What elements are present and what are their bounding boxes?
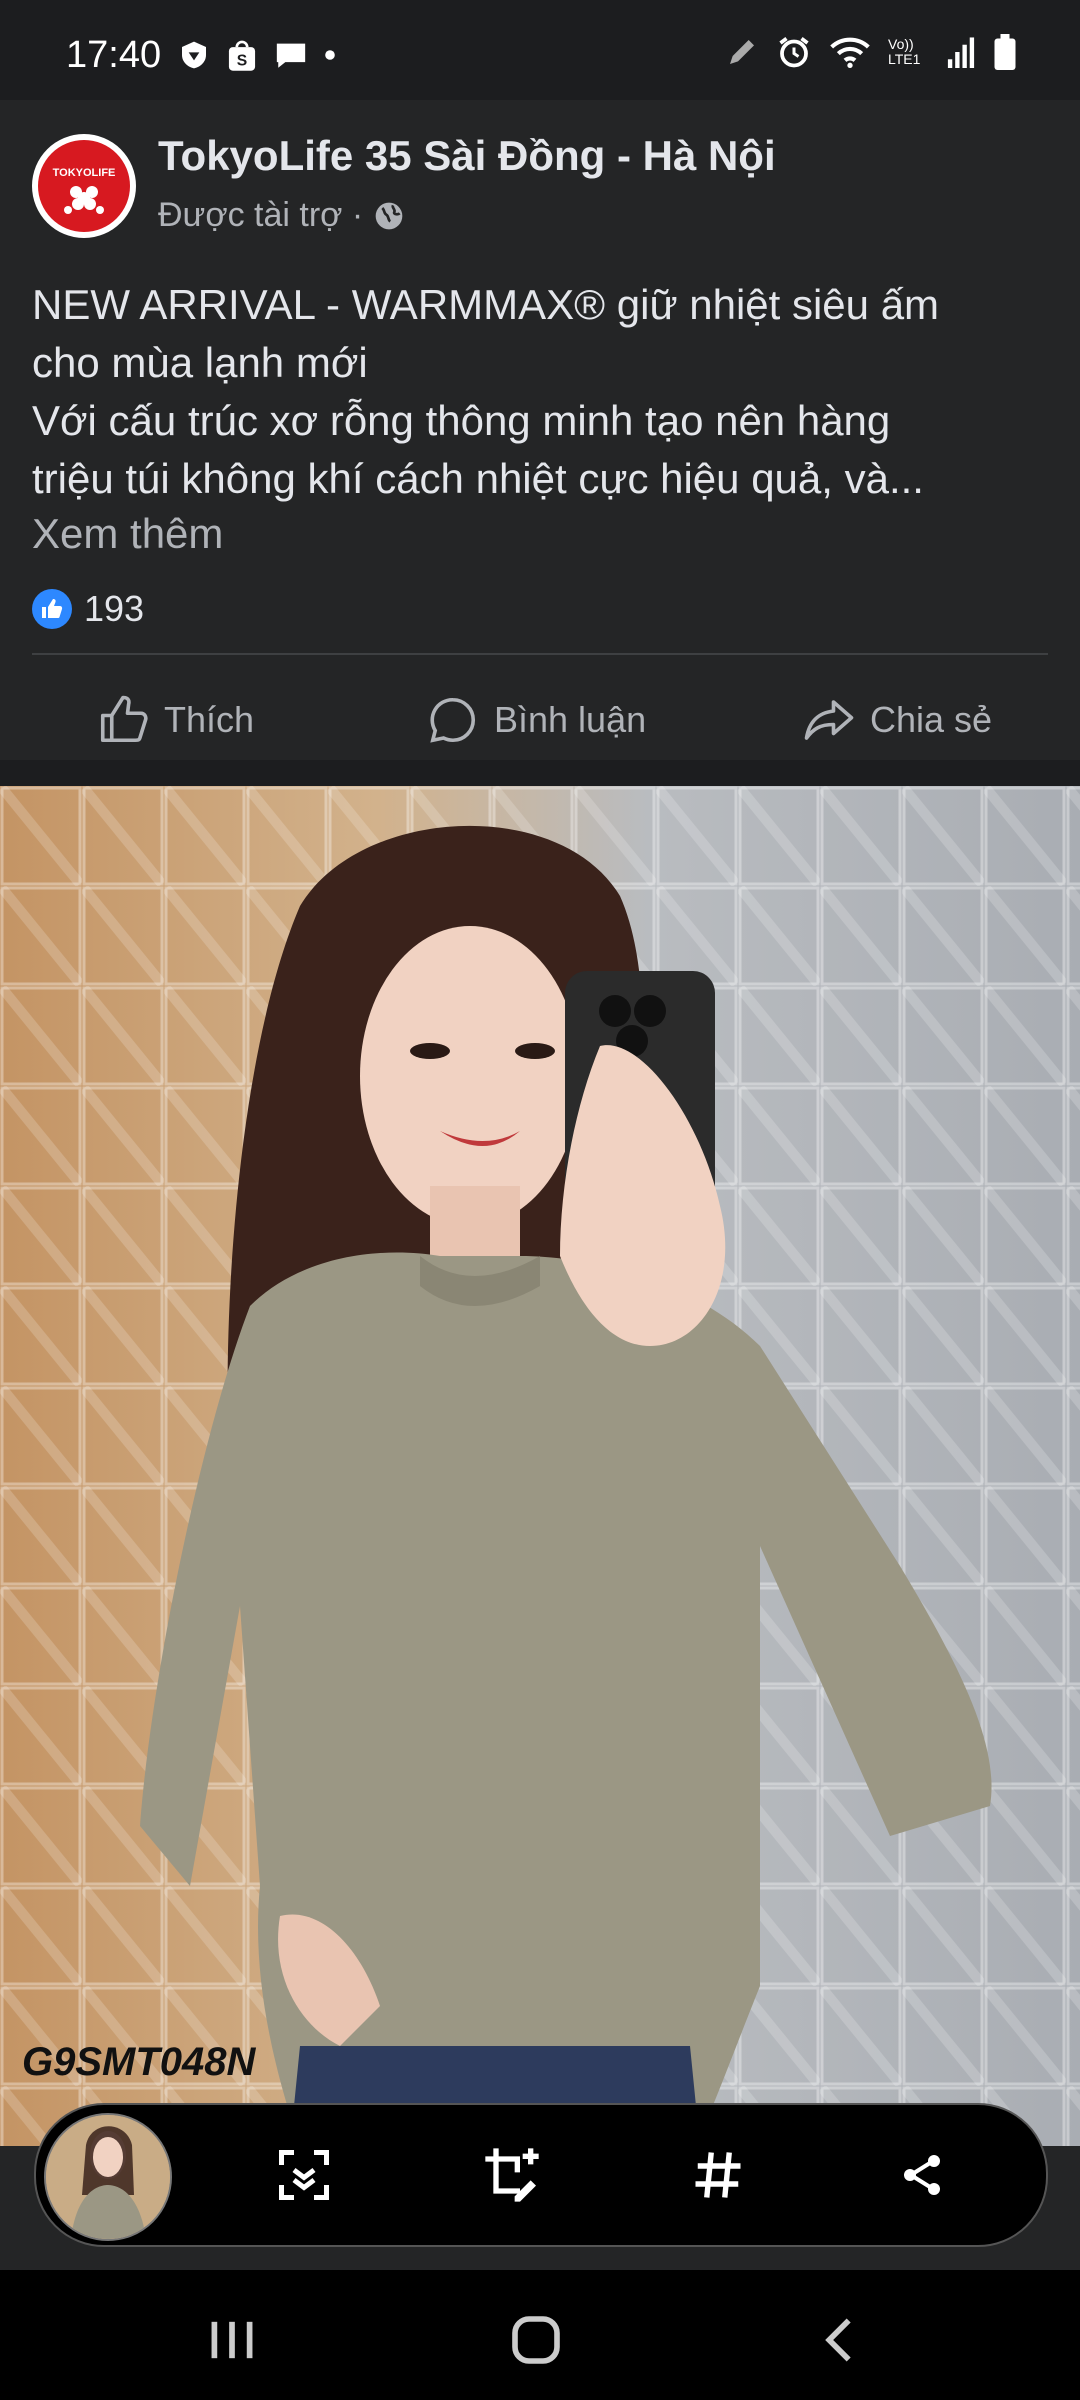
comment-icon bbox=[430, 697, 475, 743]
comment-button[interactable]: Bình luận bbox=[426, 690, 646, 750]
feed-bottom bbox=[0, 2262, 1080, 2270]
recent-apps-icon[interactable] bbox=[192, 2300, 272, 2380]
tokyolife-logo: TOKYOLIFE bbox=[53, 167, 116, 214]
back-icon[interactable] bbox=[800, 2300, 880, 2380]
status-bar: 17:40 S Vo)) LTE1 bbox=[0, 0, 1080, 100]
share-arrow-icon bbox=[804, 700, 854, 740]
clock: 17:40 bbox=[66, 34, 162, 76]
share-button[interactable]: Chia sẻ bbox=[802, 690, 992, 750]
shopee-icon: S bbox=[228, 40, 256, 71]
divider bbox=[32, 653, 1048, 655]
page-name[interactable]: TokyoLife 35 Sài Đồng - Hà Nội bbox=[158, 132, 776, 180]
caption-line: triệu túi không khí cách nhiệt cực hiệu … bbox=[32, 455, 924, 502]
volte-icon: Vo)) LTE1 bbox=[888, 36, 921, 67]
share-label: Chia sẻ bbox=[870, 699, 993, 740]
pen-icon bbox=[730, 40, 754, 64]
system-nav-bar bbox=[0, 2270, 1080, 2400]
screenshot-thumbnail[interactable] bbox=[44, 2113, 172, 2241]
caption-line: cho mùa lạnh mới bbox=[32, 339, 368, 386]
caption-line: Với cấu trúc xơ rỗng thông minh tạo nên … bbox=[32, 397, 891, 444]
svg-text:S: S bbox=[237, 52, 247, 69]
hashtag-icon[interactable] bbox=[678, 2135, 758, 2215]
like-count: 193 bbox=[84, 588, 145, 629]
scan-icon[interactable] bbox=[264, 2135, 344, 2215]
signal-icon bbox=[947, 37, 975, 68]
status-right-icons: Vo)) LTE1 bbox=[726, 34, 1016, 70]
vpn-shield-icon bbox=[182, 41, 206, 69]
svg-text:TOKYOLIFE: TOKYOLIFE bbox=[53, 167, 116, 179]
messenger-icon bbox=[276, 43, 306, 68]
battery-icon bbox=[994, 34, 1016, 70]
share-icon[interactable] bbox=[882, 2135, 962, 2215]
reaction-summary[interactable]: 193 bbox=[32, 588, 144, 630]
globe-icon bbox=[375, 202, 403, 229]
wifi-icon bbox=[830, 37, 870, 68]
thumbs-up-icon bbox=[100, 695, 148, 743]
post-caption: NEW ARRIVAL - WARMMAX® giữ nhiệt siêu ấm… bbox=[32, 276, 1052, 508]
see-more-link[interactable]: Xem thêm bbox=[32, 510, 223, 558]
alarm-icon bbox=[779, 37, 809, 68]
like-label: Thích bbox=[164, 699, 255, 740]
like-button[interactable]: Thích bbox=[96, 690, 254, 750]
status-left-icons: S bbox=[178, 38, 336, 72]
dot-icon bbox=[325, 50, 335, 60]
sponsored-label: Được tài trợ · bbox=[158, 196, 364, 234]
product-photo-illustration bbox=[0, 786, 1080, 2146]
page-avatar[interactable]: TOKYOLIFE bbox=[32, 134, 136, 238]
product-code-watermark: G9SMT048N bbox=[22, 2040, 256, 2084]
sponsored-row: Được tài trợ · bbox=[158, 196, 405, 235]
separator bbox=[0, 760, 1080, 786]
crop-edit-icon[interactable] bbox=[472, 2135, 552, 2215]
post-photo[interactable] bbox=[0, 786, 1080, 2146]
comment-label: Bình luận bbox=[494, 699, 647, 740]
caption-line: NEW ARRIVAL - WARMMAX® giữ nhiệt siêu ấm bbox=[32, 281, 940, 328]
like-reaction-icon bbox=[32, 589, 72, 629]
home-icon[interactable] bbox=[496, 2300, 576, 2380]
screenshot-toolbar bbox=[34, 2103, 1048, 2247]
